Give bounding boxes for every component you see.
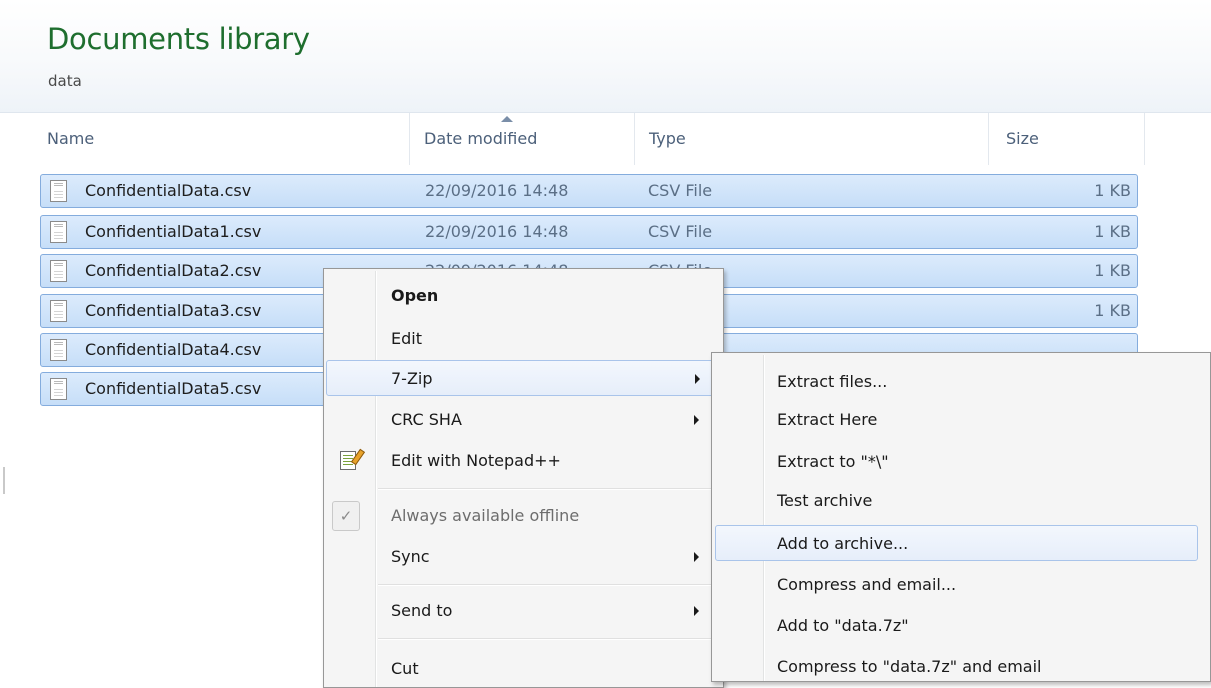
menu-item-edit[interactable]: Edit xyxy=(326,321,721,357)
menu-item-add-to-7z[interactable]: Add to "data.7z" xyxy=(714,608,1198,644)
column-name-label: Name xyxy=(47,129,95,148)
menu-item-edit-notepad[interactable]: Edit with Notepad++ xyxy=(326,443,721,479)
csv-file-icon xyxy=(50,339,67,361)
csv-file-icon xyxy=(50,221,67,243)
menu-item-label: Extract Here xyxy=(777,410,878,429)
notepad-plus-plus-icon xyxy=(340,451,356,470)
file-date: 22/09/2016 14:48 xyxy=(425,181,569,200)
csv-file-icon xyxy=(50,378,67,400)
column-name[interactable]: Name xyxy=(0,113,410,165)
menu-item-label: Add to "data.7z" xyxy=(777,616,909,635)
menu-item-label: Edit xyxy=(391,329,422,348)
csv-file-icon xyxy=(50,180,67,202)
menu-separator xyxy=(378,584,719,585)
sevenzip-submenu: Extract files... Extract Here Extract to… xyxy=(711,352,1211,682)
file-size: 1 KB xyxy=(1094,261,1131,280)
menu-item-sync[interactable]: Sync xyxy=(326,539,721,575)
menu-item-label: Open xyxy=(391,286,439,305)
menu-item-label: Cut xyxy=(391,659,419,678)
file-name: ConfidentialData2.csv xyxy=(85,261,262,280)
menu-item-label: Extract files... xyxy=(777,372,888,391)
chevron-right-icon xyxy=(694,552,699,562)
menu-item-crc-sha[interactable]: CRC SHA xyxy=(326,402,721,438)
library-subtitle: data xyxy=(48,72,82,90)
column-header: Name Date modified Type Size xyxy=(0,112,1211,165)
chevron-right-icon xyxy=(694,415,699,425)
menu-item-label: Test archive xyxy=(777,491,873,510)
file-size: 1 KB xyxy=(1094,181,1131,200)
menu-item-add-to-archive[interactable]: Add to archive... xyxy=(715,525,1198,561)
menu-item-label: CRC SHA xyxy=(391,410,462,429)
file-row[interactable]: ConfidentialData1.csv 22/09/2016 14:48 C… xyxy=(40,215,1138,249)
check-icon: ✓ xyxy=(332,501,360,531)
csv-file-icon xyxy=(50,300,67,322)
menu-item-label: Edit with Notepad++ xyxy=(391,451,561,470)
menu-item-extract-here[interactable]: Extract Here xyxy=(714,402,1198,438)
menu-separator xyxy=(378,638,719,639)
column-date-label: Date modified xyxy=(424,129,538,148)
file-name: ConfidentialData3.csv xyxy=(85,301,262,320)
file-size: 1 KB xyxy=(1094,222,1131,241)
menu-separator xyxy=(378,488,719,489)
menu-item-7zip[interactable]: 7-Zip xyxy=(326,360,721,396)
context-menu: Open Edit 7-Zip CRC SHA Edit with Notepa… xyxy=(323,268,724,688)
menu-item-cut[interactable]: Cut xyxy=(326,651,721,687)
menu-item-label: Add to archive... xyxy=(777,534,909,553)
menu-item-extract-files[interactable]: Extract files... xyxy=(714,364,1198,400)
menu-item-label: Compress and email... xyxy=(777,575,957,594)
library-header: Documents library data xyxy=(0,0,1211,112)
file-type: CSV File xyxy=(648,181,713,200)
library-title: Documents library xyxy=(47,22,310,56)
menu-item-label: Compress to "data.7z" and email xyxy=(777,657,1042,676)
menu-item-test-archive[interactable]: Test archive xyxy=(714,483,1198,519)
menu-item-label: Extract to "*\" xyxy=(777,452,889,471)
menu-item-label: Sync xyxy=(391,547,430,566)
file-size: 1 KB xyxy=(1094,301,1131,320)
menu-item-open[interactable]: Open xyxy=(326,278,721,314)
chevron-right-icon xyxy=(695,374,700,384)
file-name: ConfidentialData4.csv xyxy=(85,340,262,359)
menu-item-always-offline[interactable]: ✓ Always available offline xyxy=(326,498,721,534)
menu-item-send-to[interactable]: Send to xyxy=(326,593,721,629)
file-name: ConfidentialData5.csv xyxy=(85,379,262,398)
menu-item-extract-to[interactable]: Extract to "*\" xyxy=(714,444,1198,480)
menu-item-compress-email[interactable]: Compress and email... xyxy=(714,567,1198,603)
chevron-right-icon xyxy=(694,606,699,616)
column-type[interactable]: Type xyxy=(635,113,989,165)
menu-item-label: Send to xyxy=(391,601,453,620)
column-date-modified[interactable]: Date modified xyxy=(410,113,635,165)
menu-item-compress-7z-email[interactable]: Compress to "data.7z" and email xyxy=(714,649,1198,685)
menu-item-label: 7-Zip xyxy=(391,369,433,388)
window-edge-marker xyxy=(3,467,5,494)
file-row[interactable]: ConfidentialData.csv 22/09/2016 14:48 CS… xyxy=(40,174,1138,208)
column-size-label: Size xyxy=(1006,129,1039,148)
file-date: 22/09/2016 14:48 xyxy=(425,222,569,241)
file-name: ConfidentialData1.csv xyxy=(85,222,262,241)
column-size[interactable]: Size xyxy=(989,113,1145,165)
file-type: CSV File xyxy=(648,222,713,241)
csv-file-icon xyxy=(50,260,67,282)
menu-item-label: Always available offline xyxy=(391,506,580,525)
column-type-label: Type xyxy=(649,129,686,148)
file-name: ConfidentialData.csv xyxy=(85,181,252,200)
